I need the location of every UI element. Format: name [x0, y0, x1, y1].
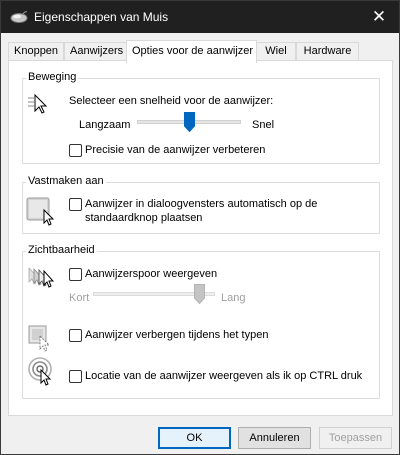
close-button[interactable]: ✕ [359, 1, 399, 33]
hide-while-typing-checkbox[interactable] [69, 329, 82, 342]
tab-hardware[interactable]: Hardware [296, 42, 359, 61]
mouse-icon [10, 11, 28, 23]
trail-long-label: Lang [221, 292, 246, 304]
speed-slow-label: Langzaam [79, 119, 131, 131]
snap-to-checkbox[interactable] [69, 198, 82, 211]
show-location-ctrl-icon [28, 357, 52, 386]
speed-fast-label: Snel [252, 119, 275, 131]
tab-label: Hardware [303, 45, 352, 57]
tab-opties-voor-de-aanwijzer[interactable]: Opties voor de aanwijzer [126, 40, 257, 63]
trail-slider-thumb[interactable] [194, 284, 205, 304]
ok-button-label: OK [186, 432, 203, 444]
group-visibility-title: Zichtbaarheid [26, 244, 97, 256]
speed-slider[interactable] [137, 112, 243, 134]
mouse-properties-window: Eigenschappen van Muis ✕ Knoppen Aanwijz… [0, 0, 400, 455]
title-bar[interactable]: Eigenschappen van Muis ✕ [1, 1, 399, 33]
cancel-button[interactable]: Annuleren [238, 427, 311, 449]
window-title: Eigenschappen van Muis [34, 10, 169, 24]
trail-length-slider[interactable] [93, 284, 221, 306]
tab-aanwijzers[interactable]: Aanwijzers [64, 42, 127, 61]
apply-button[interactable]: Toepassen [319, 427, 392, 449]
snap-to-default-button-icon [26, 197, 55, 226]
cancel-button-label: Annuleren [249, 432, 300, 444]
hide-while-typing-label[interactable]: Aanwijzer verbergen tijdens het typen [85, 329, 268, 341]
precision-checkbox[interactable] [69, 144, 82, 157]
snap-to-label-line2[interactable]: standaardknop plaatsen [85, 212, 202, 224]
dialog-client-area: Knoppen Aanwijzers Opties voor de aanwij… [1, 33, 399, 454]
pointer-trails-checkbox[interactable] [69, 268, 82, 281]
tab-wiel[interactable]: Wiel [256, 42, 296, 61]
speed-prompt: Selecteer een snelheid voor de aanwijzer… [69, 95, 274, 107]
apply-button-label: Toepassen [328, 432, 383, 444]
show-location-ctrl-checkbox[interactable] [69, 370, 82, 383]
tab-knoppen[interactable]: Knoppen [8, 42, 64, 61]
show-location-ctrl-label[interactable]: Locatie van de aanwijzer weergeven als i… [85, 370, 362, 382]
tab-label: Aanwijzers [70, 45, 124, 57]
close-icon: ✕ [371, 7, 387, 27]
pointer-speed-icon [28, 93, 48, 114]
trail-short-label: Kort [69, 292, 90, 304]
tab-label: Wiel [265, 45, 287, 57]
group-motion-title: Beweging [26, 71, 79, 83]
group-visibility: Zichtbaarheid Aanwijzerspoor weergeven K… [22, 244, 380, 399]
pointer-trails-icon [28, 266, 55, 288]
group-snap-to: Vastmaken aan Aanwijzer in dialoogvenste… [22, 175, 380, 234]
tab-label: Opties voor de aanwijzer [132, 45, 254, 57]
precision-label[interactable]: Precisie van de aanwijzer verbeteren [85, 144, 265, 156]
pointer-trails-label[interactable]: Aanwijzerspoor weergeven [85, 268, 217, 280]
snap-to-label-line1[interactable]: Aanwijzer in dialoogvensters automatisch… [85, 198, 317, 210]
group-snap-title: Vastmaken aan [26, 175, 106, 187]
ok-button[interactable]: OK [158, 427, 231, 449]
group-motion: Beweging Selecteer een snelheid voor de … [22, 71, 380, 164]
tab-label: Knoppen [14, 45, 59, 57]
tab-panel-pointer-options: Beweging Selecteer een snelheid voor de … [8, 60, 393, 416]
hide-while-typing-icon [28, 325, 51, 352]
speed-slider-thumb[interactable] [184, 112, 195, 132]
